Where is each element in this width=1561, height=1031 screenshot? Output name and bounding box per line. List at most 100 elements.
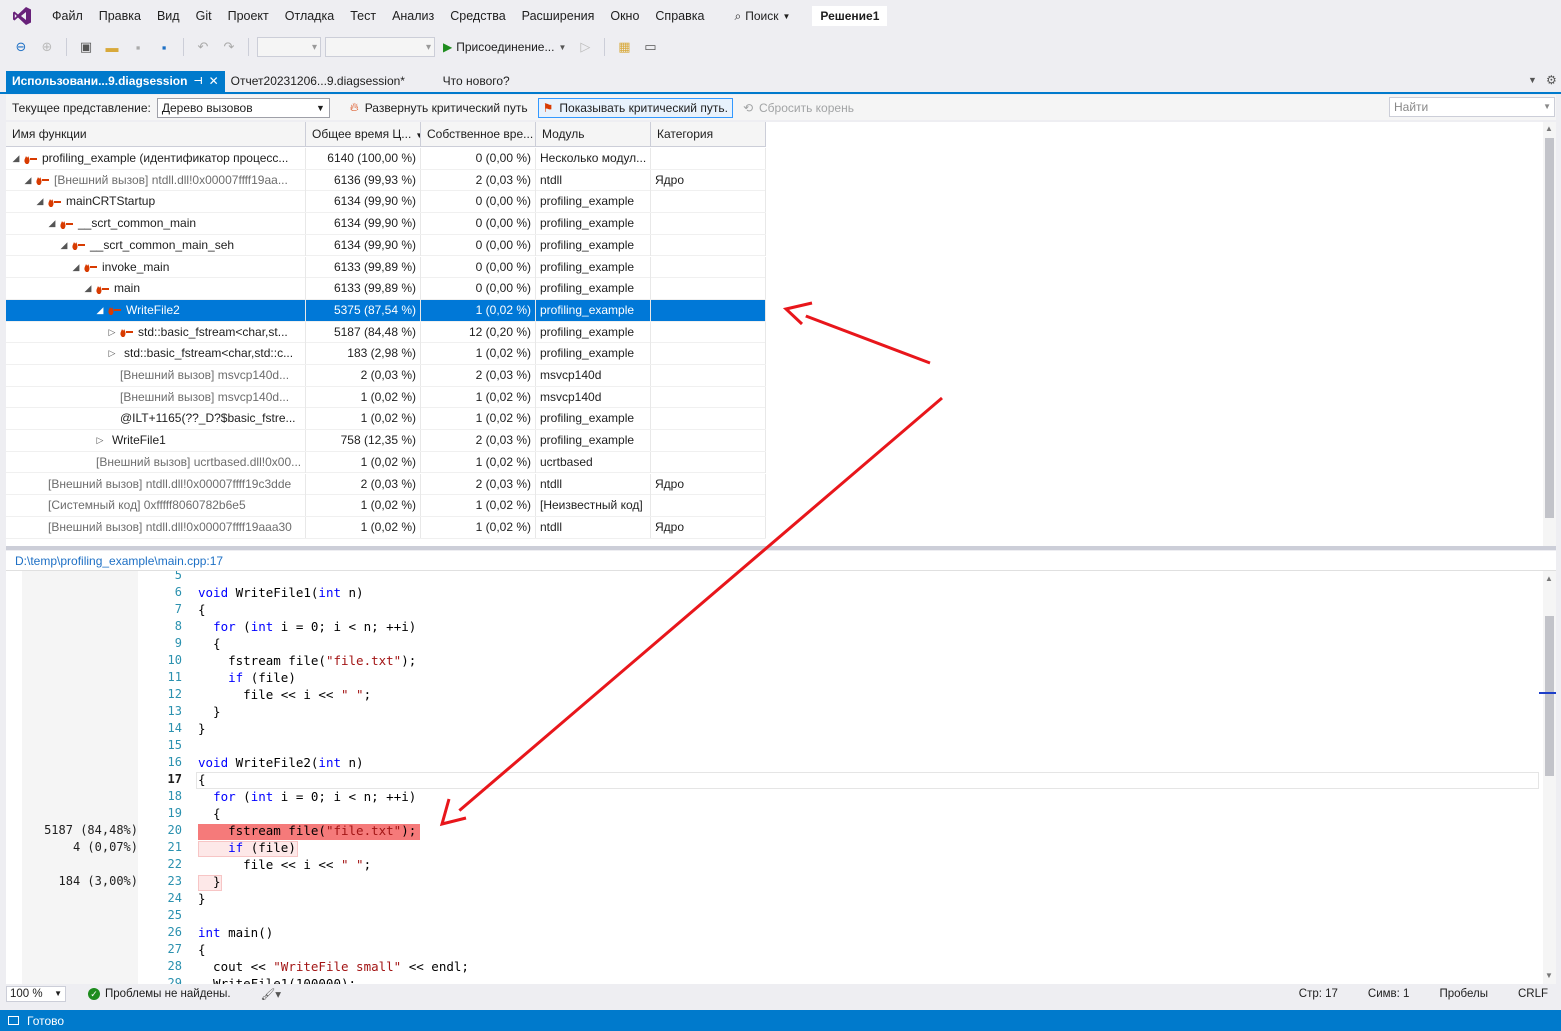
panel-splitter[interactable] [6,546,1556,550]
code-line[interactable]: } [198,874,221,889]
code-line[interactable]: WriteFile1(100000); [198,976,356,984]
navigate-back-icon[interactable]: ⊖ [10,36,32,58]
attach-button[interactable]: ▶ Присоединение... ▼ [439,40,570,54]
document-tab[interactable]: Что нового? [437,71,516,92]
table-row[interactable]: ▷ WriteFile1 758 (12,35 %) 2 (0,03 %) profil… [6,430,766,452]
source-scrollbar[interactable]: ▲ ▼ [1543,571,1556,984]
close-icon[interactable]: ✕ [209,71,219,92]
column-header[interactable]: Модуль [536,122,651,147]
menu-item[interactable]: Анализ [384,0,442,32]
undo-icon[interactable]: ↶ [192,36,214,58]
column-header[interactable]: Имя функции [6,122,306,147]
code-line[interactable]: if (file) [198,840,296,855]
table-row[interactable]: ◢ __scrt_common_main_seh 6134 (99,90 %) 0 (… [6,234,766,257]
code-line[interactable]: if (file) [198,670,296,685]
code-line[interactable]: for (int i = 0; i < n; ++i) [198,789,416,804]
code-line[interactable]: { [198,636,221,651]
save-icon[interactable]: ▪ [127,36,149,58]
start-without-debug-icon[interactable]: ▷ [574,36,596,58]
new-project-icon[interactable]: ▣ [75,36,97,58]
table-row[interactable]: [Внешний вызов] ntdll.dll!0x00007ffff19c… [6,473,766,496]
code-line[interactable]: void WriteFile2(int n) [198,755,364,770]
configuration-combo[interactable]: ▾ [257,37,321,57]
table-row[interactable]: @ILT+1165(??_D?$basic_fstre... 1 (0,02 %)… [6,408,766,431]
expand-triangle-icon[interactable]: ▷ [106,322,118,343]
source-scroll-thumb[interactable] [1545,616,1554,776]
column-header[interactable]: Собственное вре... [421,122,536,147]
menu-item[interactable]: Средства [442,0,513,32]
table-row[interactable]: ◢ [Внешний вызов] ntdll.dll!0x00007ffff19… [6,169,766,192]
menu-item[interactable]: Отладка [277,0,342,32]
line-indicator[interactable]: Стр: 17 [1299,988,1338,1000]
expand-triangle-icon[interactable]: ▷ [94,430,106,451]
table-row[interactable]: [Внешний вызов] ntdll.dll!0x00007ffff19a… [6,516,766,539]
table-row[interactable]: ◢ main 6133 (99,89 %) 0 (0,00 %) profiling_e… [6,278,766,300]
current-view-select[interactable]: Дерево вызовов ▼ [156,97,330,118]
line-ending-indicator[interactable]: CRLF [1518,988,1548,1000]
code-line[interactable]: int main() [198,925,273,940]
table-row[interactable]: [Внешний вызов] ucrtbased.dll!0x00... 1 (… [6,451,766,474]
menu-item[interactable]: Расширения [514,0,603,32]
code-line[interactable]: { [198,806,221,821]
open-folder-icon[interactable]: ▬ [101,36,123,58]
tab-overflow-icon[interactable]: ▼ [1528,75,1537,85]
code-line[interactable]: fstream file("file.txt"); [198,653,416,668]
search-menu[interactable]: ⌕ Поиск ▼ [726,0,798,32]
menu-item[interactable]: Вид [149,0,188,32]
table-row[interactable]: ▷ std::basic_fstream<char,std::c... 183 (2… [6,343,766,365]
code-line[interactable]: { [198,602,206,617]
navigate-forward-icon[interactable]: ⊕ [36,36,58,58]
menu-item[interactable]: Тест [342,0,384,32]
document-tab[interactable]: Использовани...9.diagsession ⊣ ✕ [6,71,225,92]
scroll-up-icon[interactable]: ▲ [1545,124,1553,133]
column-header[interactable]: Категория [651,122,766,147]
table-row[interactable]: ◢ mainCRTStartup 6134 (99,90 %) 0 (0,00 %) p… [6,191,766,214]
table-row[interactable]: ◢ __scrt_common_main 6134 (99,90 %) 0 (0,00… [6,213,766,235]
menu-item[interactable]: Файл [44,0,91,32]
menu-item[interactable]: Окно [602,0,647,32]
table-row[interactable]: [Системный код] 0xfffff8060782b6e5 1 (0,0… [6,495,766,517]
code-line[interactable]: cout << "WriteFile small" << endl; [198,959,469,974]
zoom-select[interactable]: 100 % ▼ [6,986,66,1002]
redo-icon[interactable]: ↷ [218,36,240,58]
pin-icon[interactable]: ⊣ [193,71,202,92]
visual-studio-logo-icon[interactable] [0,0,44,32]
code-line[interactable]: for (int i = 0; i < n; ++i) [198,619,416,634]
table-row[interactable]: [Внешний вызов] msvcp140d... 1 (0,02 %) 1 … [6,386,766,409]
issues-indicator[interactable]: ✓ Проблемы не найдены. [88,988,231,1000]
gear-icon[interactable]: ⚙ [1546,73,1557,87]
collapse-triangle-icon[interactable]: ◢ [82,278,94,299]
code-line[interactable]: } [198,891,206,906]
show-hot-path-toggle[interactable]: ⚑ Показывать критический путь. [537,97,733,118]
whitespace-indicator[interactable]: Пробелы [1439,988,1488,1000]
code-line[interactable]: file << i << " "; [198,687,371,702]
column-header[interactable]: Общее время Ц...▼ [306,122,421,147]
code-line[interactable]: void WriteFile1(int n) [198,585,364,600]
table-row[interactable]: ◢ invoke_main 6133 (99,89 %) 0 (0,00 %) prof… [6,256,766,279]
menu-item[interactable]: Правка [91,0,149,32]
menu-item[interactable]: Справка [647,0,712,32]
expand-triangle-icon[interactable]: ▷ [106,343,118,364]
code-line[interactable]: } [198,704,221,719]
collapse-triangle-icon[interactable]: ◢ [46,213,58,234]
code-line[interactable]: file << i << " "; [198,857,371,872]
collapse-triangle-icon[interactable]: ◢ [58,235,70,256]
platform-combo[interactable]: ▾ [325,37,435,57]
menu-item[interactable]: Проект [220,0,277,32]
source-file-path[interactable]: D:\temp\profiling_example\main.cpp:17 [6,551,1556,571]
document-tab[interactable]: Отчет20231206...9.diagsession* [225,71,437,92]
collapse-triangle-icon[interactable]: ◢ [94,300,106,321]
code-cleanup-icon[interactable]: 🖌︎▾ [261,987,281,1001]
scroll-down-icon[interactable]: ▼ [1545,971,1553,980]
reset-root-button[interactable]: ⟲ Сбросить корень [739,99,858,117]
save-all-icon[interactable]: ▪ [153,36,175,58]
code-line[interactable]: { [198,772,206,787]
window-layout-icon[interactable]: ▭ [639,36,661,58]
collapse-triangle-icon[interactable]: ◢ [10,148,22,169]
grid-scroll-thumb[interactable] [1545,138,1554,518]
table-row[interactable]: ◢ WriteFile2 5375 (87,54 %) 1 (0,02 %) profi… [6,299,766,322]
table-row[interactable]: ◢ profiling_example (идентификатор процес… [6,148,766,170]
code-line[interactable]: { [198,942,206,957]
scroll-up-icon[interactable]: ▲ [1545,574,1553,583]
code-line[interactable]: fstream file("file.txt"); [198,823,416,838]
